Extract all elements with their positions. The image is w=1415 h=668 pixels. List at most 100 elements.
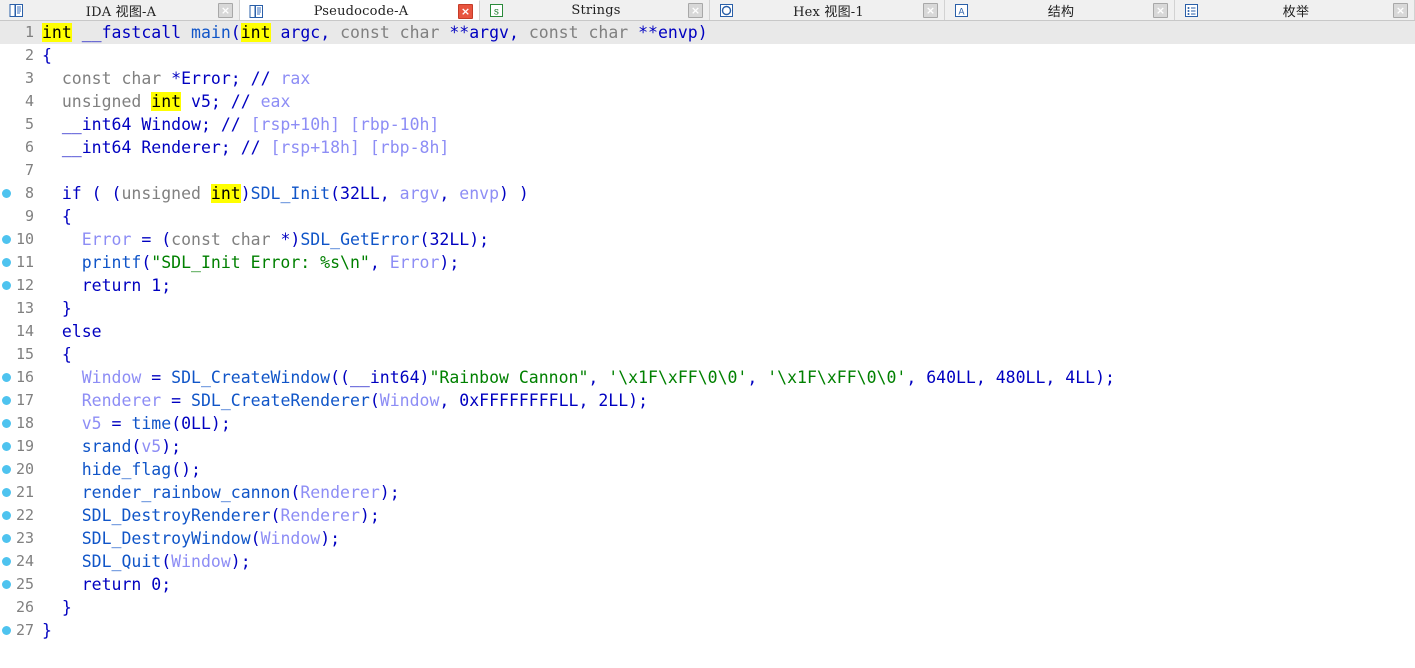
code-line[interactable]: 24 SDL_Quit(Window); <box>0 550 1415 573</box>
code-line[interactable]: 12 return 1; <box>0 274 1415 297</box>
code-line-text[interactable]: { <box>42 44 1415 67</box>
tab-2[interactable]: Pseudocode-A × <box>240 0 480 20</box>
code-line-text[interactable]: } <box>42 619 1415 642</box>
breakpoint-marker-icon[interactable] <box>0 550 12 573</box>
code-line[interactable]: 8 if ( (unsigned int)SDL_Init(32LL, argv… <box>0 182 1415 205</box>
code-line-text[interactable]: unsigned int v5; // eax <box>42 90 1415 113</box>
code-line-text[interactable]: __int64 Window; // [rsp+10h] [rbp-10h] <box>42 113 1415 136</box>
line-number: 13 <box>15 299 34 317</box>
code-line-text[interactable]: printf("SDL_Init Error: %s\n", Error); <box>42 251 1415 274</box>
code-line[interactable]: 10 Error = (const char *)SDL_GetError(32… <box>0 228 1415 251</box>
tab-6[interactable]: 枚举 × <box>1175 0 1415 20</box>
view-tab-bar[interactable]: IDA 视图-A × Pseudocode-A × s Strings × Hex 视图-1 ×… <box>0 0 1415 21</box>
token-kw: *Error; <box>171 69 251 88</box>
token-kw: ( <box>161 552 172 571</box>
breakpoint-marker-icon[interactable] <box>0 412 12 435</box>
code-line[interactable]: 21 render_rainbow_cannon(Renderer); <box>0 481 1415 504</box>
code-line-text[interactable]: v5 = time(0LL); <box>42 412 1415 435</box>
pseudocode-editor[interactable]: 1 int __fastcall main(int argc, const cha… <box>0 21 1415 668</box>
token-kw <box>42 460 82 479</box>
code-line[interactable]: 26 } <box>0 596 1415 619</box>
code-line-text[interactable]: srand(v5); <box>42 435 1415 458</box>
code-line-text[interactable]: return 0; <box>42 573 1415 596</box>
code-line-text[interactable]: Window = SDL_CreateWindow((__int64)"Rain… <box>42 366 1415 389</box>
token-kw: , 640LL, 480LL, 4LL); <box>906 368 1115 387</box>
code-line[interactable]: 18 v5 = time(0LL); <box>0 412 1415 435</box>
code-line-text[interactable]: if ( (unsigned int)SDL_Init(32LL, argv, … <box>42 182 1415 205</box>
code-line[interactable]: 16 Window = SDL_CreateWindow((__int64)"R… <box>0 366 1415 389</box>
code-line[interactable]: 13 } <box>0 297 1415 320</box>
code-line[interactable]: 1 int __fastcall main(int argc, const cha… <box>0 21 1415 44</box>
close-icon[interactable]: × <box>1153 3 1168 18</box>
code-line[interactable]: 23 SDL_DestroyWindow(Window); <box>0 527 1415 550</box>
breakpoint-marker-icon[interactable] <box>0 274 12 297</box>
breakpoint-marker-icon[interactable] <box>0 458 12 481</box>
code-line[interactable]: 15 { <box>0 343 1415 366</box>
breakpoint-marker-icon[interactable] <box>0 573 12 596</box>
code-line-text[interactable]: Error = (const char *)SDL_GetError(32LL)… <box>42 228 1415 251</box>
breakpoint-marker-icon[interactable] <box>0 435 12 458</box>
tab-4[interactable]: Hex 视图-1 × <box>710 0 945 20</box>
breakpoint-marker-icon[interactable] <box>0 182 12 205</box>
breakpoint-marker-icon[interactable] <box>0 619 12 642</box>
code-line[interactable]: 22 SDL_DestroyRenderer(Renderer); <box>0 504 1415 527</box>
close-icon[interactable]: × <box>923 3 938 18</box>
token-var: Error <box>81 230 132 249</box>
tab-3[interactable]: s Strings × <box>480 0 710 20</box>
breakpoint-marker-icon[interactable] <box>0 389 12 412</box>
code-line[interactable]: 2{ <box>0 44 1415 67</box>
tab-5[interactable]: A 结构 × <box>945 0 1175 20</box>
code-line-text[interactable]: SDL_DestroyWindow(Window); <box>42 527 1415 550</box>
code-line[interactable]: 19 srand(v5); <box>0 435 1415 458</box>
code-line[interactable]: 5 __int64 Window; // [rsp+10h] [rbp-10h] <box>0 113 1415 136</box>
breakpoint-marker-icon[interactable] <box>0 251 12 274</box>
code-line[interactable]: 11 printf("SDL_Init Error: %s\n", Error)… <box>0 251 1415 274</box>
code-line[interactable]: 4 unsigned int v5; // eax <box>0 90 1415 113</box>
code-line[interactable]: 6 __int64 Renderer; // [rsp+18h] [rbp-8h… <box>0 136 1415 159</box>
line-number: 17 <box>15 391 34 409</box>
breakpoint-marker-icon[interactable] <box>0 527 12 550</box>
token-kw: else <box>42 322 102 341</box>
tab-1[interactable]: IDA 视图-A × <box>0 0 240 20</box>
code-line-text[interactable]: { <box>42 205 1415 228</box>
code-line-text[interactable]: __int64 Renderer; // [rsp+18h] [rbp-8h] <box>42 136 1415 159</box>
tab-label: IDA 视图-A <box>85 5 157 20</box>
code-line[interactable]: 25 return 0; <box>0 573 1415 596</box>
code-line-text[interactable]: const char *Error; // rax <box>42 67 1415 90</box>
token-kw: , <box>439 184 460 203</box>
code-line[interactable]: 17 Renderer = SDL_CreateRenderer(Window,… <box>0 389 1415 412</box>
close-icon[interactable]: × <box>1393 3 1408 18</box>
gutter-empty <box>0 320 12 343</box>
code-line[interactable]: 7 <box>0 159 1415 182</box>
code-line[interactable]: 9 { <box>0 205 1415 228</box>
token-var: argv <box>399 184 440 203</box>
close-icon[interactable]: × <box>218 3 233 18</box>
code-line-text[interactable]: Renderer = SDL_CreateRenderer(Window, 0x… <box>42 389 1415 412</box>
breakpoint-marker-icon[interactable] <box>0 481 12 504</box>
code-line[interactable]: 3 const char *Error; // rax <box>0 67 1415 90</box>
gutter-empty <box>0 297 12 320</box>
code-line-text[interactable]: } <box>42 297 1415 320</box>
code-line-text[interactable]: SDL_Quit(Window); <box>42 550 1415 573</box>
code-line-text[interactable]: render_rainbow_cannon(Renderer); <box>42 481 1415 504</box>
breakpoint-marker-icon[interactable] <box>0 366 12 389</box>
code-line-text[interactable]: int __fastcall main(int argc, const char… <box>42 21 1415 44</box>
code-line-text[interactable]: hide_flag(); <box>42 458 1415 481</box>
token-kwhl: int <box>210 184 241 203</box>
code-line-text[interactable]: } <box>42 596 1415 619</box>
token-typ: const char <box>171 230 281 249</box>
code-line[interactable]: 20 hide_flag(); <box>0 458 1415 481</box>
close-icon[interactable]: × <box>688 3 703 18</box>
token-kw: ( <box>250 529 261 548</box>
code-line-text[interactable]: { <box>42 343 1415 366</box>
token-var: Renderer <box>280 506 360 525</box>
close-icon[interactable]: × <box>458 3 473 19</box>
breakpoint-marker-icon[interactable] <box>0 504 12 527</box>
code-line-text[interactable]: SDL_DestroyRenderer(Renderer); <box>42 504 1415 527</box>
breakpoint-marker-icon[interactable] <box>0 228 12 251</box>
code-line[interactable]: 27} <box>0 619 1415 642</box>
code-line[interactable]: 14 else <box>0 320 1415 343</box>
line-number: 1 <box>24 23 34 41</box>
code-line-text[interactable]: return 1; <box>42 274 1415 297</box>
code-line-text[interactable]: else <box>42 320 1415 343</box>
